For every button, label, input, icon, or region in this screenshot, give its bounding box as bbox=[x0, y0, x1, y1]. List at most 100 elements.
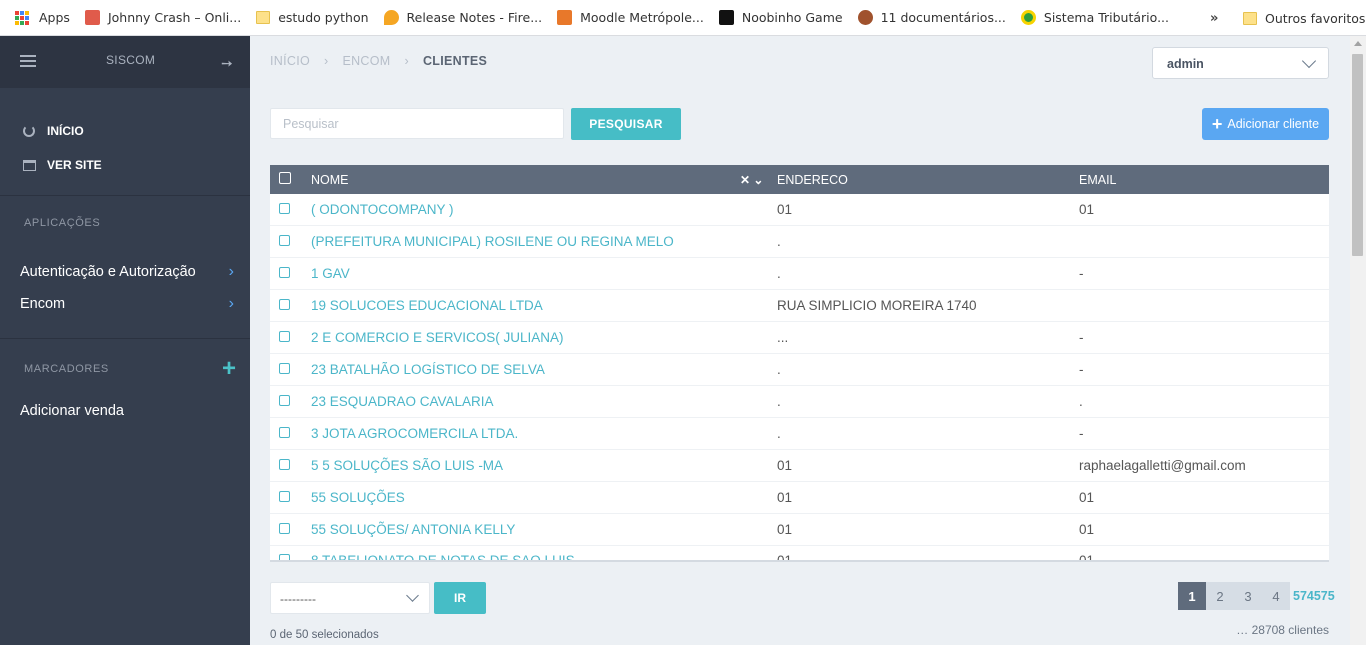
page-button[interactable]: 4 bbox=[1262, 582, 1290, 610]
select-all-checkbox[interactable] bbox=[279, 172, 291, 187]
client-name-link[interactable]: 1 GAV bbox=[311, 266, 350, 281]
row-checkbox[interactable] bbox=[279, 202, 290, 217]
page-button-last[interactable]: 574575 bbox=[1293, 589, 1335, 603]
bookmark-item[interactable]: estudo python bbox=[241, 0, 369, 36]
client-name-link[interactable]: 3 JOTA AGROCOMERCILA LTDA. bbox=[311, 426, 518, 441]
table-row: 2 E COMERCIO E SERVICOS( JULIANA) ... - bbox=[270, 322, 1329, 354]
page-button-current[interactable]: 1 bbox=[1178, 582, 1206, 610]
sort-control[interactable]: ✕ ⌄ bbox=[740, 173, 763, 187]
bookmark-other-favorites[interactable]: Outros favoritos bbox=[1243, 0, 1365, 36]
section-title: MARCADORES bbox=[24, 363, 109, 375]
client-name-link[interactable]: 5 5 SOLUÇÕES SÃO LUIS -MA bbox=[311, 458, 503, 473]
main-content: INÍCIO › ENCOM › CLIENTES admin PESQUISA… bbox=[250, 36, 1350, 645]
bookmark-item[interactable]: 11 documentários... bbox=[843, 0, 1006, 36]
client-name-link[interactable]: 2 E COMERCIO E SERVICOS( JULIANA) bbox=[311, 330, 564, 345]
client-name-link[interactable]: 23 ESQUADRAO CAVALARIA bbox=[311, 394, 494, 409]
bulk-action-value: --------- bbox=[280, 592, 316, 606]
bookmark-item[interactable]: Johnny Crash – Onli... bbox=[70, 0, 241, 36]
row-checkbox[interactable] bbox=[279, 298, 290, 313]
row-checkbox[interactable] bbox=[279, 362, 290, 377]
sidebar-link-ver-site[interactable]: VER SITE bbox=[0, 148, 250, 182]
search-input[interactable] bbox=[270, 108, 564, 139]
client-email: 01 bbox=[1079, 553, 1095, 562]
table-row: 55 SOLUÇÕES 01 01 bbox=[270, 482, 1329, 514]
bulk-action-select[interactable]: --------- bbox=[270, 582, 430, 614]
external-site-icon bbox=[22, 158, 36, 172]
table-row: 19 SOLUCOES EDUCACIONAL LTDA RUA SIMPLIC… bbox=[270, 290, 1329, 322]
client-name-link[interactable]: 8 TABELIONATO DE NOTAS DE SAO LUIS bbox=[311, 553, 575, 560]
client-address: 01 bbox=[777, 490, 793, 505]
client-name-link[interactable]: 55 SOLUÇÕES bbox=[311, 490, 405, 505]
row-checkbox[interactable] bbox=[279, 458, 290, 473]
google-sheets-icon bbox=[84, 10, 100, 25]
row-checkbox[interactable] bbox=[279, 426, 290, 441]
client-name-link[interactable]: 23 BATALHÃO LOGÍSTICO DE SELVA bbox=[311, 362, 545, 377]
app-title: SISCOM bbox=[106, 53, 156, 67]
row-checkbox[interactable] bbox=[279, 330, 290, 345]
pin-icon[interactable]: ➙ bbox=[221, 55, 233, 72]
sidebar-item-encom[interactable]: Encom › bbox=[0, 288, 250, 320]
user-dropdown[interactable]: admin bbox=[1152, 47, 1329, 79]
moodle-icon bbox=[557, 10, 573, 25]
client-email: - bbox=[1079, 330, 1084, 345]
client-email: 01 bbox=[1079, 522, 1095, 537]
plus-icon: + bbox=[1211, 114, 1223, 134]
go-button[interactable]: IR bbox=[434, 582, 486, 614]
row-checkbox[interactable] bbox=[279, 234, 290, 249]
bookmark-label: Moodle Metrópole... bbox=[580, 10, 704, 25]
scroll-up-arrow-icon[interactable] bbox=[1354, 41, 1362, 46]
add-client-button[interactable]: + Adicionar cliente bbox=[1202, 108, 1329, 140]
sidebar-item-autenticacao[interactable]: Autenticação e Autorização › bbox=[0, 256, 250, 288]
row-checkbox[interactable] bbox=[279, 490, 290, 505]
breadcrumb-separator: › bbox=[324, 54, 329, 68]
chevron-down-icon bbox=[1301, 53, 1317, 69]
client-name-link[interactable]: 55 SOLUÇÕES/ ANTONIA KELLY bbox=[311, 522, 515, 537]
marker-label: Adicionar venda bbox=[20, 403, 124, 419]
bookmark-item[interactable]: Noobinho Game bbox=[704, 0, 843, 36]
row-checkbox[interactable] bbox=[279, 266, 290, 281]
breadcrumb-link[interactable]: INÍCIO bbox=[270, 54, 310, 68]
selected-count: 0 de 50 selecionados bbox=[270, 629, 379, 641]
chevron-down-icon bbox=[406, 589, 419, 602]
pagination: 1 2 3 4 574575 bbox=[1178, 582, 1335, 610]
sidebar-apps-section: APLICAÇÕES Autenticação e Autorização › … bbox=[0, 196, 250, 339]
client-email: - bbox=[1079, 426, 1084, 441]
client-name-link[interactable]: 19 SOLUCOES EDUCACIONAL LTDA bbox=[311, 298, 543, 313]
sidebar-link-inicio[interactable]: INÍCIO bbox=[0, 114, 250, 148]
sidebar-link-label: VER SITE bbox=[47, 158, 102, 172]
bookmark-label: Johnny Crash – Onli... bbox=[107, 10, 242, 25]
page-button[interactable]: 3 bbox=[1234, 582, 1262, 610]
client-address: . bbox=[777, 426, 781, 441]
hamburger-menu-icon[interactable] bbox=[20, 55, 36, 68]
client-address: . bbox=[777, 362, 781, 377]
column-header-name[interactable]: NOME bbox=[311, 173, 349, 187]
row-checkbox[interactable] bbox=[279, 394, 290, 409]
sidebar-header: SISCOM ➙ bbox=[0, 36, 250, 88]
breadcrumb-link[interactable]: ENCOM bbox=[342, 54, 390, 68]
scrollbar-thumb[interactable] bbox=[1352, 54, 1363, 256]
page-scrollbar[interactable] bbox=[1350, 36, 1366, 645]
page-button[interactable]: 2 bbox=[1206, 582, 1234, 610]
client-name-link[interactable]: ( ODONTOCOMPANY ) bbox=[311, 202, 454, 217]
bookmark-item[interactable]: Sistema Tributário... bbox=[1006, 0, 1169, 36]
table-row: 5 5 SOLUÇÕES SÃO LUIS -MA 01 raphaelagal… bbox=[270, 450, 1329, 482]
row-checkbox[interactable] bbox=[279, 522, 290, 537]
table-row: (PREFEITURA MUNICIPAL) ROSILENE OU REGIN… bbox=[270, 226, 1329, 258]
column-header-address[interactable]: ENDERECO bbox=[777, 173, 848, 187]
column-header-email[interactable]: EMAIL bbox=[1079, 173, 1117, 187]
search-button[interactable]: PESQUISAR bbox=[571, 108, 681, 140]
bookmark-item[interactable]: Moodle Metrópole... bbox=[542, 0, 704, 36]
bookmark-item[interactable]: Release Notes - Fire... bbox=[369, 0, 542, 36]
row-checkbox[interactable] bbox=[279, 553, 290, 560]
add-client-label: Adicionar cliente bbox=[1227, 117, 1320, 131]
client-address: . bbox=[777, 394, 781, 409]
table-row: 3 JOTA AGROCOMERCILA LTDA. . - bbox=[270, 418, 1329, 450]
bookmark-apps[interactable]: Apps bbox=[0, 0, 70, 36]
breadcrumb-current: CLIENTES bbox=[422, 54, 488, 68]
marker-item[interactable]: Adicionar venda bbox=[0, 395, 250, 427]
add-marker-icon[interactable]: + bbox=[222, 357, 236, 381]
client-name-link[interactable]: (PREFEITURA MUNICIPAL) ROSILENE OU REGIN… bbox=[311, 234, 674, 249]
bookmark-label: estudo python bbox=[278, 10, 369, 25]
bookmarks-more-button[interactable]: » bbox=[1210, 0, 1218, 36]
table-row: ( ODONTOCOMPANY ) 01 01 bbox=[270, 194, 1329, 226]
